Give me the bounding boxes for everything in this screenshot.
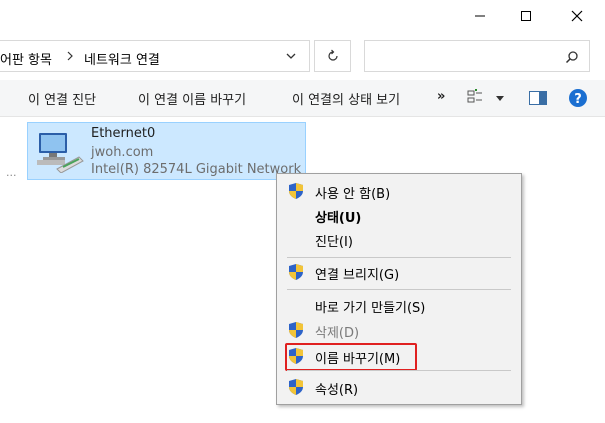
menu-item-label: 상태(U) — [315, 211, 362, 226]
connection-name: Ethernet0 — [91, 126, 156, 141]
menu-separator — [287, 370, 511, 371]
truncation-dots: ... — [6, 166, 17, 179]
minimize-icon — [475, 15, 485, 17]
view-status-button[interactable]: 이 연결의 상태 보기 — [292, 89, 400, 108]
help-button[interactable]: ? — [568, 88, 588, 111]
menu-item-label: 사용 안 함(B) — [315, 187, 391, 202]
preview-pane-button[interactable] — [529, 90, 547, 109]
breadcrumb-parent[interactable]: 어판 항목 — [0, 49, 52, 68]
uac-shield-icon — [289, 183, 303, 199]
uac-shield-icon — [289, 322, 303, 338]
maximize-icon — [521, 11, 531, 21]
close-icon — [571, 10, 583, 22]
more-commands-button[interactable]: » — [437, 89, 445, 104]
refresh-icon — [327, 49, 338, 61]
close-button[interactable] — [554, 0, 600, 32]
svg-text:?: ? — [574, 92, 582, 107]
maximize-button[interactable] — [503, 0, 549, 32]
network-adapter-icon — [37, 133, 84, 173]
menu-item-delete[interactable]: 삭제(D) — [277, 318, 521, 342]
menu-item-create-shortcut[interactable]: 바로 가기 만들기(S) — [277, 293, 521, 317]
menu-item-properties[interactable]: 속성(R) — [277, 375, 521, 399]
menu-item-diagnose[interactable]: 진단(I) — [277, 227, 521, 251]
diagnose-connection-button[interactable]: 이 연결 진단 — [28, 89, 96, 108]
rename-highlight-box — [285, 343, 417, 371]
menu-item-label: 연결 브리지(G) — [315, 268, 400, 283]
search-icon — [565, 51, 578, 64]
minimize-button[interactable] — [457, 0, 503, 32]
change-view-button[interactable] — [467, 89, 507, 107]
menu-item-label: 바로 가기 만들기(S) — [315, 301, 426, 316]
preview-pane-icon — [529, 91, 547, 105]
address-bar[interactable]: 어판 항목 네트워크 연결 — [0, 40, 310, 72]
help-icon: ? — [569, 89, 587, 107]
menu-item-bridge[interactable]: 연결 브리지(G) — [277, 260, 521, 284]
uac-shield-icon — [289, 264, 303, 280]
refresh-button[interactable] — [314, 40, 351, 72]
connection-device: Intel(R) 82574L Gigabit Network — [91, 162, 302, 177]
connection-item-ethernet0[interactable]: Ethernet0 jwoh.com Intel(R) 82574L Gigab… — [27, 122, 306, 180]
rename-connection-button[interactable]: 이 연결 이름 바꾸기 — [138, 89, 246, 108]
menu-item-label: 삭제(D) — [315, 326, 360, 341]
uac-shield-icon — [289, 379, 303, 395]
menu-item-disable[interactable]: 사용 안 함(B) — [277, 179, 521, 203]
menu-item-label: 진단(I) — [315, 235, 353, 250]
search-input[interactable] — [364, 40, 590, 72]
connection-network: jwoh.com — [91, 145, 154, 160]
menu-item-status[interactable]: 상태(U) — [277, 203, 521, 227]
command-bar: 이 연결 진단 이 연결 이름 바꾸기 이 연결의 상태 보기 » ? — [0, 80, 605, 117]
menu-item-label: 속성(R) — [315, 383, 359, 398]
breadcrumb-current[interactable]: 네트워크 연결 — [84, 49, 160, 68]
menu-separator — [287, 257, 511, 258]
chevron-down-icon[interactable] — [285, 51, 297, 61]
chevron-right-icon[interactable] — [65, 49, 75, 63]
context-menu: 사용 안 함(B) 상태(U) 진단(I) 연결 브리지(G) 바로 가기 만들… — [276, 173, 522, 405]
view-options-icon — [467, 89, 504, 103]
menu-separator — [287, 289, 511, 290]
